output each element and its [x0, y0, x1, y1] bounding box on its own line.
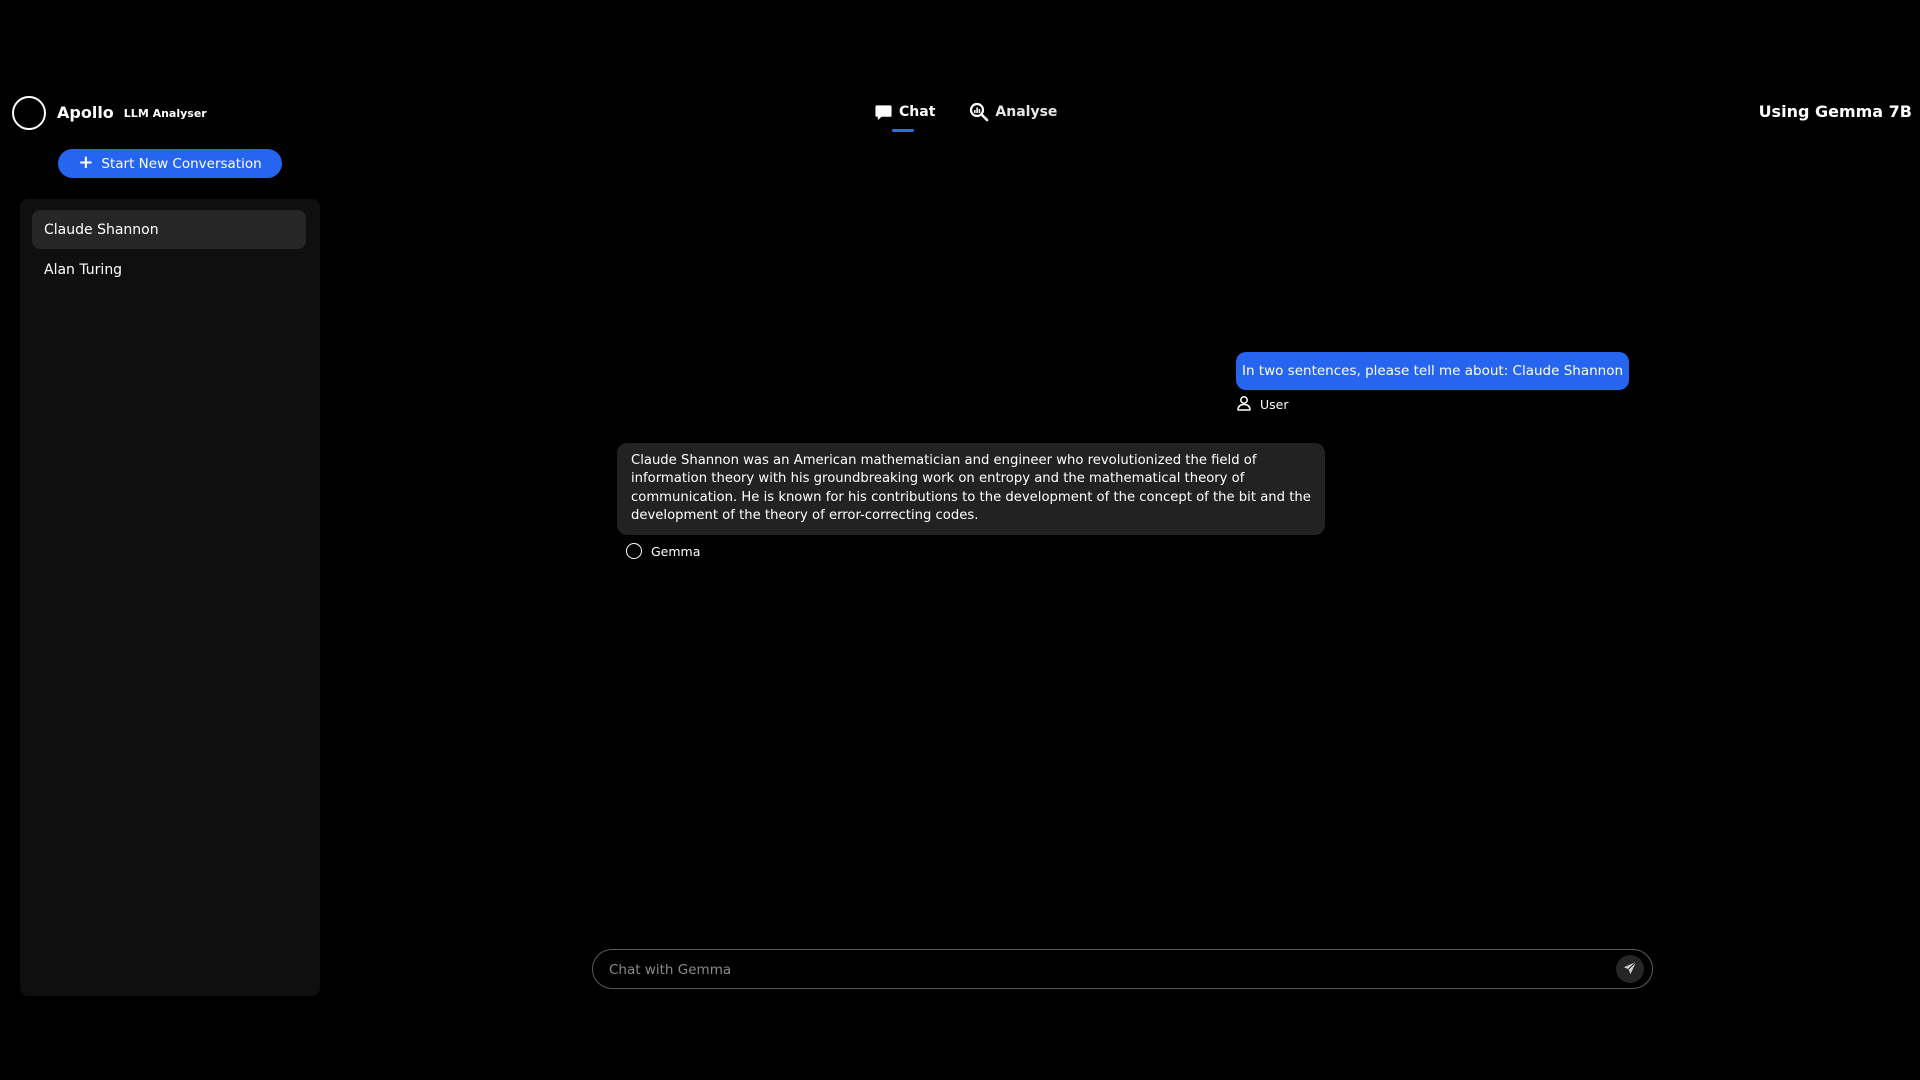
user-message-bubble: In two sentences, please tell me about: …	[1236, 352, 1629, 390]
magnify-analyse-icon	[969, 102, 989, 122]
main-nav: Chat Analyse	[873, 100, 1057, 132]
chat-bubble-icon	[873, 102, 893, 122]
conversation-item-claude-shannon[interactable]: Claude Shannon	[32, 210, 306, 249]
user-avatar-icon	[1236, 395, 1252, 414]
start-new-conversation-button[interactable]: + Start New Conversation	[58, 149, 282, 178]
app-subtitle: LLM Analyser	[123, 107, 207, 120]
conversation-item-label: Alan Turing	[44, 261, 123, 278]
brand: Apollo LLM Analyser	[12, 95, 207, 130]
user-message-text: In two sentences, please tell me about: …	[1241, 363, 1624, 379]
tab-analyse-label: Analyse	[995, 104, 1058, 120]
tab-chat-label: Chat	[899, 104, 936, 120]
conversation-item-label: Claude Shannon	[44, 221, 159, 238]
user-author-label: User	[1260, 397, 1289, 412]
assistant-message-bubble: Claude Shannon was an American mathemati…	[617, 443, 1325, 535]
user-message-meta: User	[1236, 395, 1289, 414]
model-indicator: Using Gemma 7B	[1758, 102, 1912, 121]
app-window: Apollo LLM Analyser Chat Analyse Using G…	[0, 0, 1920, 1080]
conversation-sidebar: Claude Shannon Alan Turing	[20, 199, 320, 996]
conversation-item-alan-turing[interactable]: Alan Turing	[32, 250, 306, 289]
assistant-author-label: Gemma	[651, 543, 701, 559]
plus-icon: +	[78, 152, 94, 173]
tab-chat[interactable]: Chat	[873, 100, 936, 132]
assistant-message-meta: Gemma	[626, 543, 700, 559]
apollo-logo-icon	[12, 95, 46, 130]
chat-input-container	[592, 949, 1653, 989]
active-tab-indicator	[892, 129, 914, 132]
gemma-avatar-icon	[626, 543, 642, 559]
send-button[interactable]	[1616, 955, 1644, 983]
start-new-conversation-label: Start New Conversation	[101, 155, 262, 172]
app-name: Apollo	[57, 103, 114, 122]
assistant-message-text: Claude Shannon was an American mathemati…	[631, 453, 1311, 523]
tab-analyse[interactable]: Analyse	[969, 100, 1057, 124]
send-icon	[1623, 960, 1637, 978]
chat-input[interactable]	[607, 950, 1591, 989]
